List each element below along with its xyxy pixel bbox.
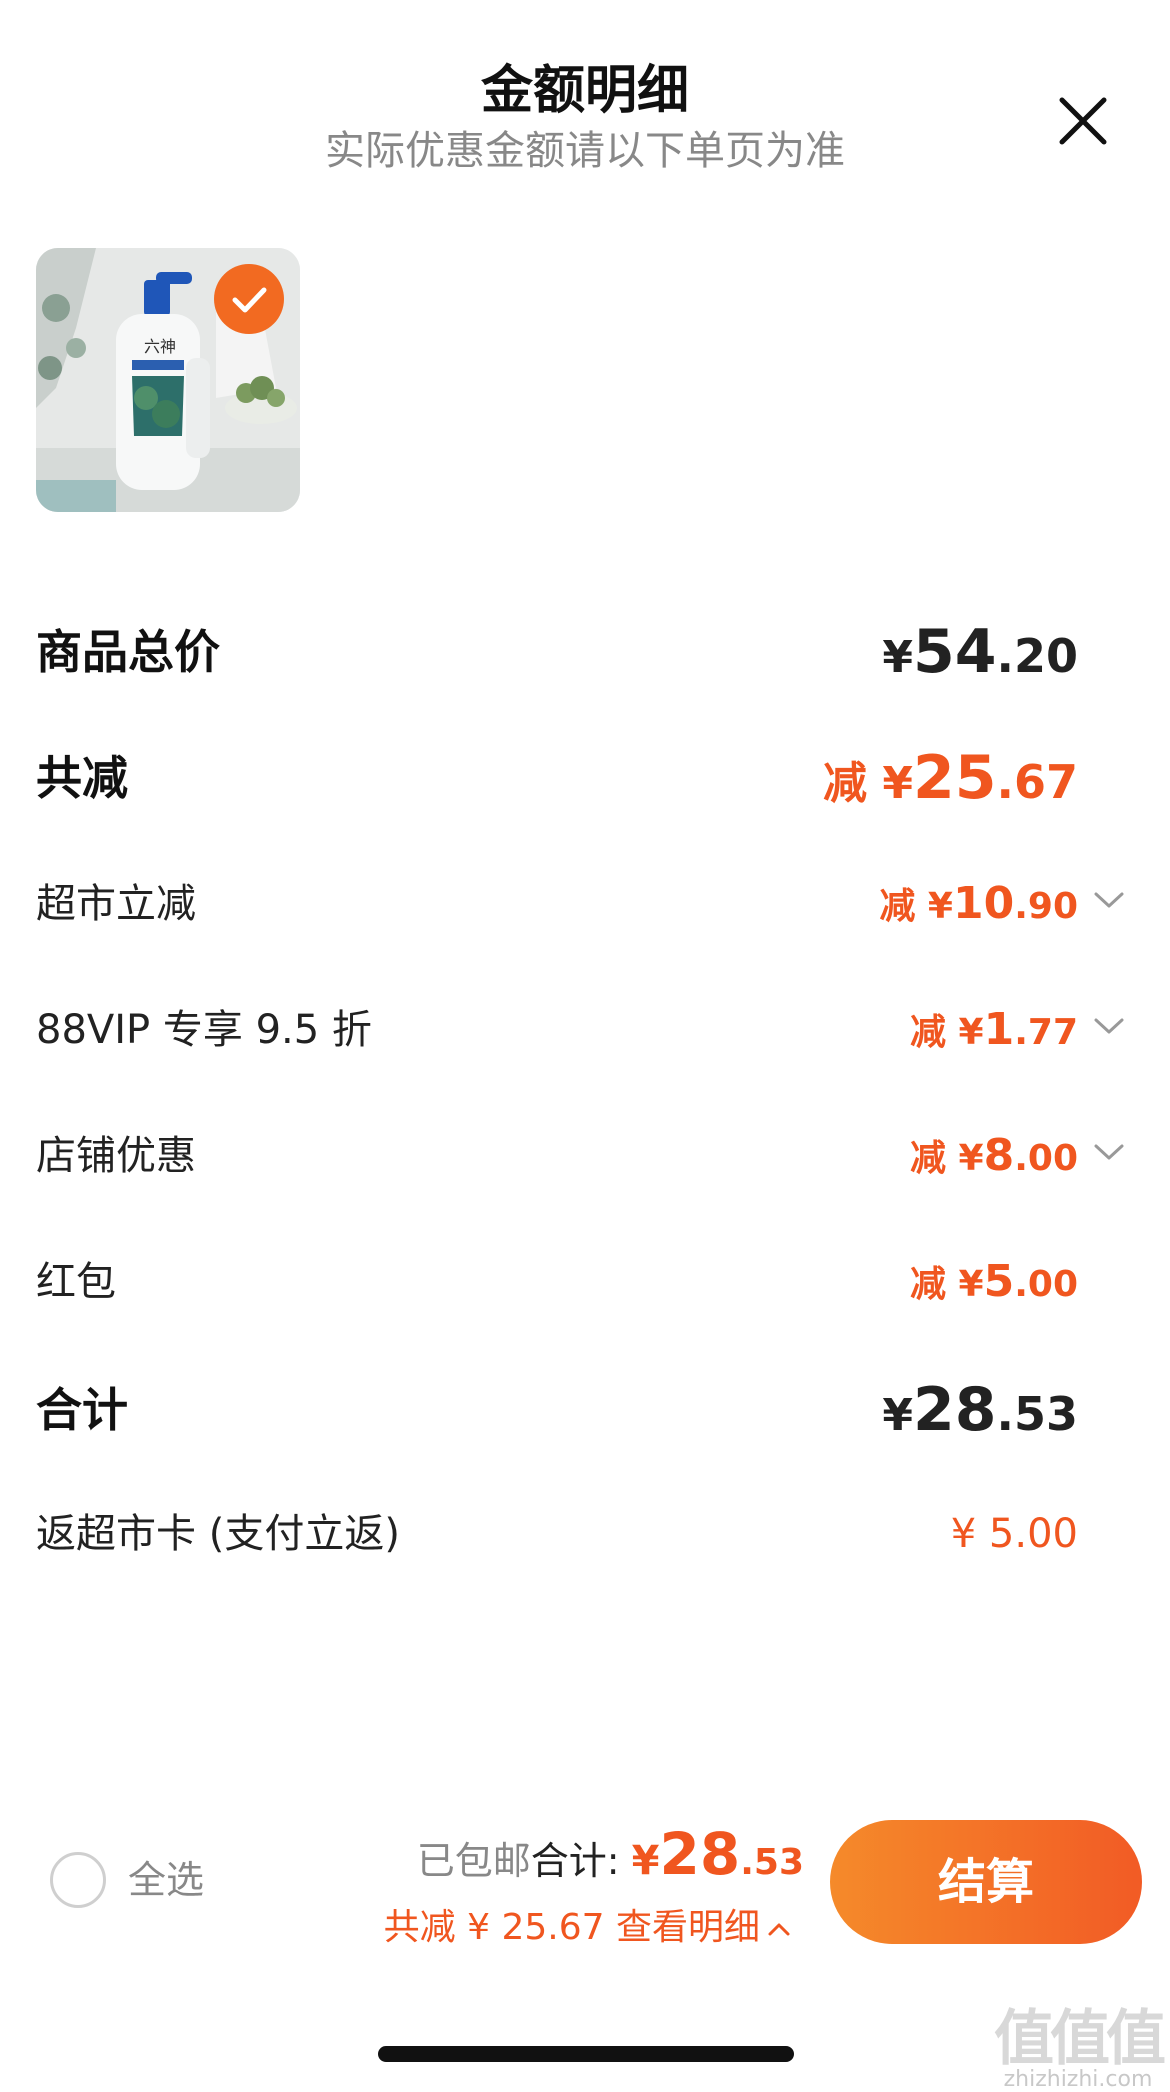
chevron-up-icon	[768, 1923, 790, 1936]
close-icon	[1059, 97, 1107, 145]
amount-detail-sheet: 金额明细 实际优惠金额请以下单页为准 六神 商品总价 ¥54.20 共减 减 ¥…	[0, 0, 1170, 2092]
chevron-down-icon[interactable]	[1092, 1140, 1126, 1164]
close-button[interactable]	[1048, 86, 1118, 156]
select-all-radio[interactable]	[50, 1852, 106, 1908]
row-amount: ¥54.20	[882, 617, 1078, 687]
page-subtitle: 实际优惠金额请以下单页为准	[325, 128, 845, 174]
row-supermarket-discount[interactable]: 超市立减 减 ¥10.90	[36, 864, 1126, 944]
view-details-link[interactable]: 共减 ¥ 25.67 查看明细	[384, 1898, 792, 1950]
home-indicator[interactable]	[378, 2046, 794, 2062]
row-subtotal: 商品总价 ¥54.20	[36, 612, 1126, 692]
row-red-packet: 红包 减 ¥5.00	[36, 1242, 1126, 1322]
select-all-label[interactable]: 全选	[128, 1850, 204, 1910]
chevron-down-icon[interactable]	[1092, 888, 1126, 912]
row-label: 共减	[36, 751, 128, 805]
row-amount: 减 ¥8.00	[909, 1130, 1078, 1181]
total-amount-dec: .53	[740, 1842, 804, 1883]
checkmark-icon	[232, 287, 267, 313]
row-label: 红包	[36, 1259, 116, 1305]
row-total: 合计 ¥28.53	[36, 1370, 1126, 1450]
row-88vip-discount[interactable]: 88VIP 专享 9.5 折 减 ¥1.77	[36, 990, 1126, 1070]
checkout-bar: 全选 已包邮合计: ¥28.53 共减 ¥ 25.67 查看明细 结算	[0, 1780, 1170, 1980]
total-amount-int: 28	[659, 1820, 741, 1888]
row-supermarket-card-rebate: 返超市卡 (支付立返) ¥ 5.00	[36, 1494, 1126, 1574]
checkout-button[interactable]: 结算	[830, 1820, 1142, 1944]
view-details-label: 查看明细	[615, 1907, 760, 1948]
row-label: 返超市卡 (支付立返)	[36, 1511, 400, 1557]
watermark: 值值值 zhizhizhi.com	[994, 2004, 1166, 2092]
page-title: 金额明细	[480, 61, 689, 121]
row-amount: ¥ 5.00	[950, 1511, 1078, 1557]
row-amount: ¥28.53	[882, 1375, 1078, 1445]
total-summary: 已包邮合计: ¥28.53	[416, 1820, 804, 1888]
svg-text:六神: 六神	[144, 337, 176, 356]
row-label: 店铺优惠	[36, 1133, 196, 1179]
row-total-discount: 共减 减 ¥25.67	[36, 738, 1126, 818]
row-amount: 减 ¥10.90	[879, 878, 1078, 929]
discount-summary: 共减 ¥ 25.67	[383, 1907, 605, 1948]
row-amount: 减 ¥1.77	[909, 1004, 1078, 1055]
row-label: 商品总价	[36, 625, 220, 679]
free-shipping-label: 已包邮	[416, 1839, 531, 1883]
total-label: 合计:	[530, 1839, 620, 1883]
row-label: 合计	[36, 1383, 128, 1437]
row-label: 88VIP 专享 9.5 折	[36, 1007, 372, 1053]
row-amount: 减 ¥25.67	[823, 743, 1078, 813]
row-store-discount[interactable]: 店铺优惠 减 ¥8.00	[36, 1116, 1126, 1196]
product-checkbox[interactable]	[214, 264, 284, 334]
chevron-down-icon[interactable]	[1092, 1014, 1126, 1038]
row-label: 超市立减	[36, 881, 196, 927]
row-amount: 减 ¥5.00	[909, 1256, 1078, 1307]
